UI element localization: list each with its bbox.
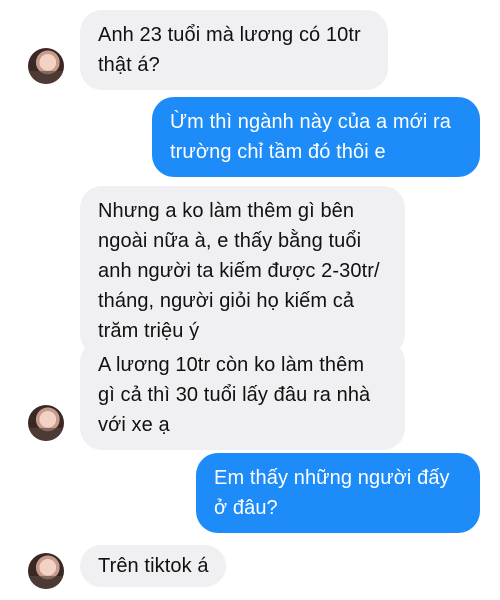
contact-avatar[interactable]	[28, 553, 64, 589]
message-bubble-incoming[interactable]: A lương 10tr còn ko làm thêm gì cả thì 3…	[80, 340, 405, 450]
contact-avatar[interactable]	[28, 405, 64, 441]
message-bubble-outgoing[interactable]: Em thấy những người đấy ở đâu?	[196, 453, 480, 533]
message-bubble-incoming[interactable]: Nhưng a ko làm thêm gì bên ngoài nữa à, …	[80, 186, 405, 356]
contact-avatar[interactable]	[28, 48, 64, 84]
message-bubble-outgoing[interactable]: Ừm thì ngành này của a mới ra trường chỉ…	[152, 97, 480, 177]
message-bubble-incoming[interactable]: Anh 23 tuổi mà lương có 10tr thật á?	[80, 10, 388, 90]
message-bubble-incoming[interactable]: Trên tiktok á	[80, 545, 226, 587]
